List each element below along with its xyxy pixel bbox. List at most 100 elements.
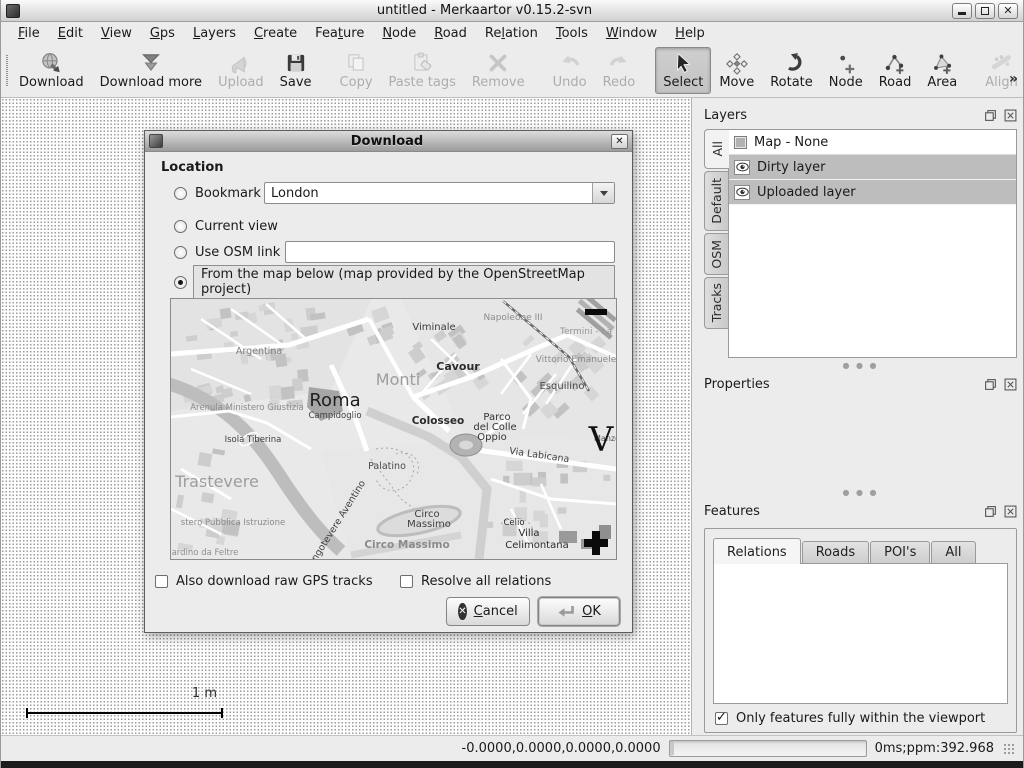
menu-item-relation[interactable]: Relation — [476, 24, 547, 43]
layers-tab-all[interactable]: All — [704, 129, 729, 169]
toolbar-button-copy: Copy — [332, 47, 381, 94]
osm-link-input[interactable] — [285, 241, 615, 263]
menu-item-window[interactable]: Window — [597, 24, 666, 43]
bookmark-combobox[interactable]: London — [264, 182, 615, 204]
eye-icon — [736, 162, 749, 172]
gps-tracks-checkbox[interactable] — [155, 575, 168, 588]
toolbar-button-road[interactable]: Road — [871, 47, 920, 94]
layer-label: Map - None — [754, 135, 828, 150]
properties-close-button[interactable] — [1003, 378, 1017, 391]
toolbar-button-label: Remove — [472, 75, 525, 90]
osm-link-radio[interactable] — [174, 246, 187, 259]
chevron-down-icon[interactable] — [592, 183, 614, 203]
menubar: FileEditViewGpsLayersCreateFeatureNodeRo… — [1, 22, 1023, 44]
toolbar-drag-handle[interactable] — [6, 55, 8, 86]
layer-row-map-none[interactable]: Map - None — [729, 130, 1016, 155]
features-tab-poi-s[interactable]: POI's — [870, 541, 930, 564]
toolbar-button-area[interactable]: Area — [919, 47, 965, 94]
toolbar-button-select[interactable]: Select — [655, 47, 711, 94]
toolbar-button-save[interactable]: Save — [272, 47, 320, 94]
map-preview[interactable]: ViminaleNapoleone IIITermini - LaArgenti… — [170, 298, 617, 560]
status-bar: -0.0000,0.0000,0.0000,0.0000 0ms;ppm:392… — [1, 735, 1023, 761]
bookmark-radio[interactable] — [174, 187, 187, 200]
map-label: Napoleone III — [483, 313, 542, 323]
menu-item-feature[interactable]: Feature — [306, 24, 373, 43]
features-float-button[interactable] — [983, 505, 997, 518]
paste-tags-icon — [410, 51, 434, 75]
toolbar-button-rotate[interactable]: Rotate — [762, 47, 821, 94]
viewport-filter-checkbox[interactable] — [715, 712, 728, 725]
menu-item-help[interactable]: Help — [666, 24, 714, 43]
map-label: V — [588, 420, 615, 460]
map-label: Celimontana — [505, 540, 568, 551]
layer-label: Dirty layer — [757, 160, 826, 175]
map-label: Campidoglio — [308, 411, 361, 421]
map-label: Monti — [376, 370, 420, 389]
features-close-button[interactable] — [1003, 505, 1017, 518]
toolbar-overflow-chevron[interactable]: » — [1009, 71, 1018, 87]
features-panel-title: Features — [704, 504, 977, 519]
map-label: Villa — [518, 528, 539, 539]
layers-list: Map - None Dirty layer Uploaded layer — [728, 129, 1017, 358]
toolbar-button-download[interactable]: Download — [11, 47, 92, 94]
menu-item-tools[interactable]: Tools — [547, 24, 597, 43]
toolbar-button-redo: Redo — [595, 47, 644, 94]
toolbar-button-paste-tags: Paste tags — [381, 47, 464, 94]
menu-item-node[interactable]: Node — [373, 24, 425, 43]
layer-swatch-icon[interactable] — [734, 136, 747, 149]
cancel-button[interactable]: ✕Cancel — [446, 597, 530, 626]
layer-visibility-toggle[interactable] — [734, 160, 750, 175]
map-label: Trastevere — [174, 472, 259, 491]
maximize-button[interactable] — [975, 3, 995, 19]
ok-button[interactable]: OK — [538, 597, 620, 626]
menu-item-gps[interactable]: Gps — [141, 24, 184, 43]
minimize-button[interactable] — [952, 3, 972, 19]
menu-item-view[interactable]: View — [92, 24, 141, 43]
app-window: untitled - Merkaartor v0.15.2-svn ✕ File… — [0, 0, 1024, 768]
layers-tab-tracks[interactable]: Tracks — [704, 277, 728, 329]
menu-item-road[interactable]: Road — [425, 24, 476, 43]
map-preview-svg[interactable]: ViminaleNapoleone IIITermini - LaArgenti… — [171, 299, 616, 559]
close-button[interactable]: ✕ — [998, 3, 1018, 19]
dialog-titlebar[interactable]: Download ✕ — [145, 131, 632, 152]
layers-panel-title: Layers — [704, 108, 977, 123]
toolbar-button-node[interactable]: Node — [821, 47, 871, 94]
map-label: Termini - La — [559, 327, 612, 337]
map-canvas[interactable]: 1 m Download ✕ Location Bookmark Lond — [1, 98, 692, 735]
redo-icon — [607, 51, 631, 75]
features-tab-relations[interactable]: Relations — [713, 538, 801, 564]
map-label: Roma — [309, 390, 360, 411]
features-tab-roads[interactable]: Roads — [802, 541, 869, 564]
properties-float-button[interactable] — [983, 378, 997, 391]
resize-grip[interactable] — [1002, 742, 1015, 755]
layer-row-uploaded-layer[interactable]: Uploaded layer — [729, 180, 1016, 205]
layers-close-button[interactable] — [1003, 109, 1017, 122]
dialog-icon — [149, 134, 163, 148]
toolbar-button-move[interactable]: Move — [711, 47, 762, 94]
menu-item-create[interactable]: Create — [245, 24, 306, 43]
resolve-relations-checkbox[interactable] — [400, 575, 413, 588]
menu-item-layers[interactable]: Layers — [184, 24, 245, 43]
dock-splitter[interactable]: ● ● ● — [704, 485, 1017, 500]
dialog-close-button[interactable]: ✕ — [611, 134, 628, 149]
resolve-relations-label: Resolve all relations — [421, 574, 551, 589]
menu-item-edit[interactable]: Edit — [49, 24, 92, 43]
from-map-radio[interactable] — [174, 276, 187, 289]
features-tab-all[interactable]: All — [931, 541, 975, 564]
layer-label: Uploaded layer — [757, 185, 856, 200]
current-view-radio[interactable] — [174, 220, 187, 233]
layer-visibility-toggle[interactable] — [734, 185, 750, 200]
dock-splitter[interactable]: ● ● ● — [704, 358, 1017, 373]
toolbar-button-download-more[interactable]: Download more — [92, 47, 210, 94]
menu-item-file[interactable]: File — [9, 24, 49, 43]
move-icon — [725, 51, 749, 75]
features-list[interactable] — [713, 563, 1008, 704]
layers-tab-default[interactable]: Default — [704, 171, 728, 231]
map-zoom-out-button[interactable] — [585, 309, 607, 315]
toolbar-button-label: Paste tags — [389, 75, 456, 90]
layer-row-dirty-layer[interactable]: Dirty layer — [729, 155, 1016, 180]
layers-tab-osm[interactable]: OSM — [704, 233, 728, 275]
close-icon: ✕ — [1003, 5, 1012, 16]
layers-float-button[interactable] — [983, 109, 997, 122]
location-section-label: Location — [161, 160, 620, 175]
